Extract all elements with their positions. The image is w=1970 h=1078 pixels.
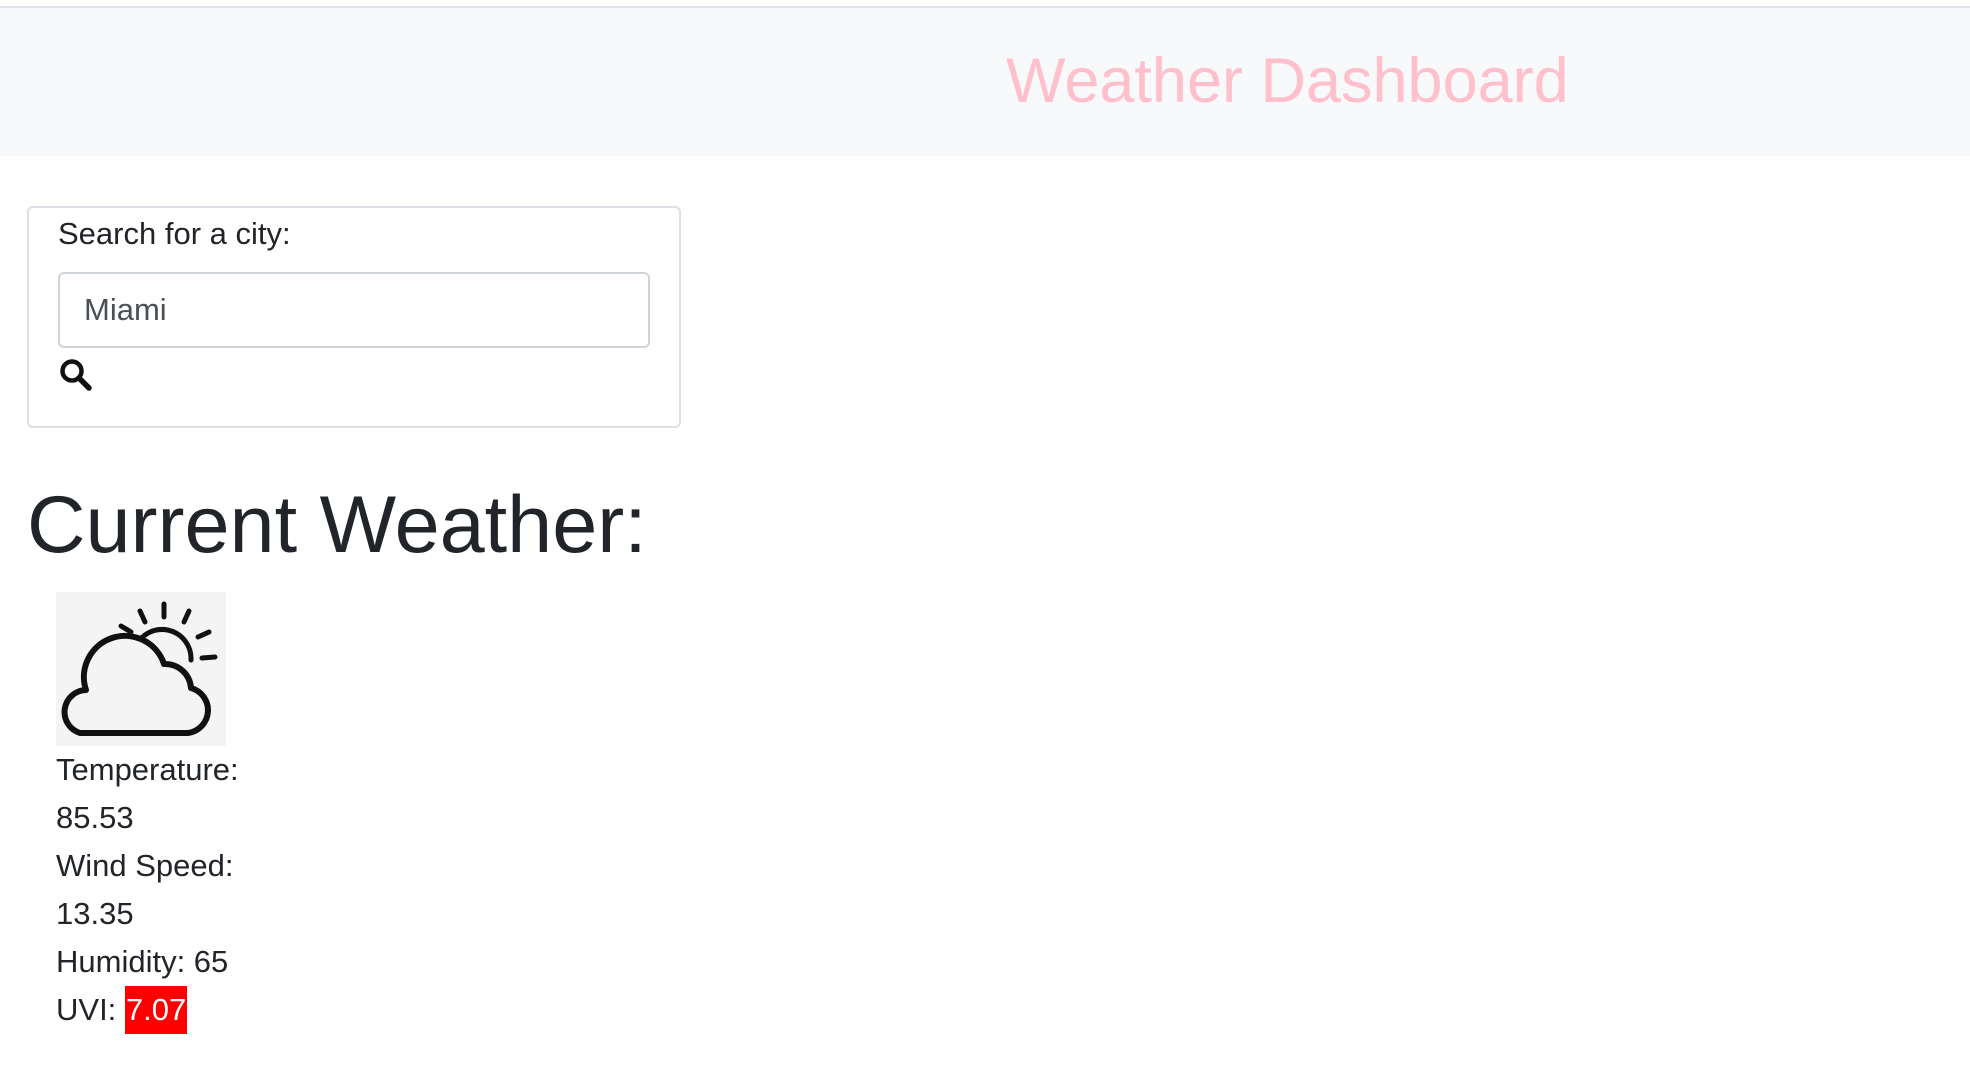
uvi-value-badge: 7.07 <box>124 986 188 1034</box>
uvi-row: UVI: 7.07 <box>56 986 188 1034</box>
search-icon <box>60 358 92 391</box>
uvi-label: UVI: <box>56 992 117 1027</box>
temperature-label: Temperature: <box>56 752 239 787</box>
city-search-input[interactable] <box>58 272 650 348</box>
current-weather-heading: Current Weather: <box>27 480 647 570</box>
search-card: Search for a city: <box>27 206 681 428</box>
temperature-value: 85.53 <box>56 800 134 835</box>
search-label: Search for a city: <box>58 216 291 251</box>
search-button[interactable] <box>56 356 96 396</box>
navbar: Weather Dashboard <box>0 8 1970 156</box>
page-title: Weather Dashboard <box>1006 46 1569 116</box>
wind-speed-value: 13.35 <box>56 896 134 931</box>
partly-cloudy-icon <box>56 592 226 746</box>
humidity-text: Humidity: 65 <box>56 944 229 979</box>
wind-speed-label: Wind Speed: <box>56 848 234 883</box>
